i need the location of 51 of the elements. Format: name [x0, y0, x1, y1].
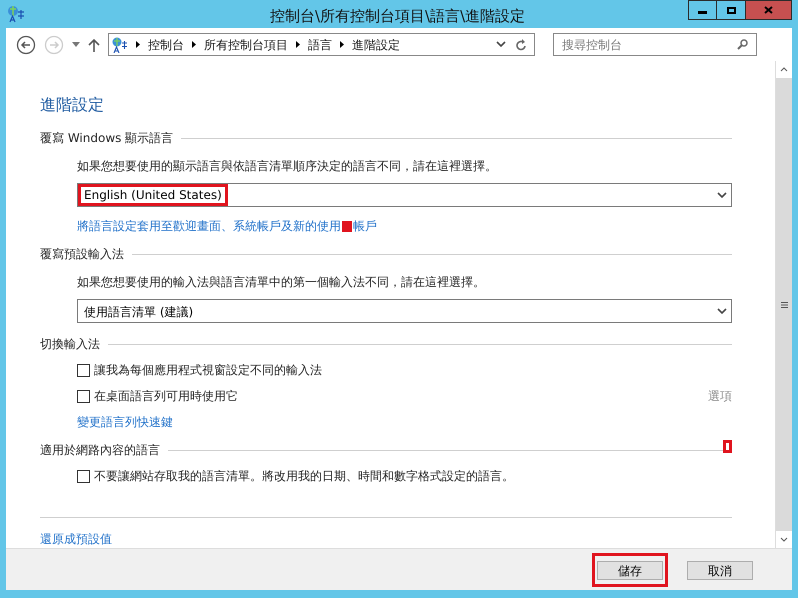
options-link[interactable]: 選項 [708, 387, 732, 405]
breadcrumb-item[interactable]: 控制台 [148, 36, 184, 54]
grip-icon [780, 302, 788, 308]
dropdown[interactable]: English (United States) [77, 183, 732, 207]
link[interactable]: 變更語言列快速鍵 [77, 413, 173, 431]
separator-arrow-icon[interactable] [340, 41, 344, 48]
dropdown-value: 使用語言清單 (建議) [84, 305, 194, 319]
minimize-button[interactable] [688, 0, 717, 20]
breadcrumb-item[interactable]: 所有控制台項目 [204, 36, 288, 54]
section-heading: 覆寫預設輸入法 [40, 246, 124, 263]
breadcrumb-item[interactable]: 進階設定 [352, 36, 400, 54]
checkbox[interactable] [77, 390, 90, 402]
checkbox-label: 在桌面語言列可用時使用它 [94, 388, 238, 405]
dropdown[interactable]: 使用語言清單 (建議) [77, 299, 732, 323]
scroll-down-icon[interactable] [780, 537, 788, 542]
checkbox[interactable] [77, 470, 90, 482]
dropdown-value: English (United States) [84, 187, 222, 204]
dialog-button[interactable]: 儲存 [597, 561, 663, 580]
window-title: 控制台\所有控制台項目\語言\進階設定 [270, 6, 526, 27]
section-heading: 適用於網路內容的語言 [40, 442, 160, 459]
checkbox-label: 不要讓網站存取我的語言清單。將改用我的日期、時間和數字格式設定的語言。 [94, 468, 514, 485]
separator-arrow-icon[interactable] [136, 41, 140, 48]
breadcrumb-item[interactable]: 語言 [308, 36, 332, 54]
description-text: 如果您想要使用的輸入法與語言清單中的第一個輸入法不同，請在這裡選擇。 [77, 274, 486, 291]
separator-arrow-icon[interactable] [296, 41, 300, 48]
chevron-down-icon [717, 192, 727, 198]
address-bar[interactable]: 控制台 所有控制台項目 語言 進階設定 [108, 33, 535, 56]
checkbox-label: 讓我為每個應用程式視窗設定不同的輸入法 [94, 362, 322, 379]
globe-language-icon [112, 36, 128, 52]
dialog-button[interactable]: 取消 [687, 561, 753, 580]
scroll-up-icon[interactable] [780, 67, 788, 72]
checkbox[interactable] [77, 364, 90, 376]
close-button[interactable] [746, 0, 792, 20]
chevron-down-icon [496, 41, 506, 48]
link[interactable]: 將語言設定套用至歡迎畫面、系統帳戶及新的使用 帳戶 [77, 217, 377, 235]
description-text: 如果您想要使用的顯示語言與依語言清單順序決定的語言不同，請在這裡選擇。 [77, 158, 498, 175]
section-heading: 切換輸入法 [40, 336, 100, 353]
refresh-icon[interactable] [516, 38, 527, 50]
search-icon [737, 39, 748, 50]
page-title: 進階設定 [40, 94, 105, 116]
restore-defaults-link[interactable]: 還原成預設值 [40, 530, 732, 548]
close-icon [764, 6, 773, 14]
scrollbar[interactable] [775, 61, 792, 548]
chevron-down-icon [717, 308, 727, 314]
globe-language-icon [7, 5, 25, 23]
search-placeholder: 搜尋控制台 [562, 36, 622, 54]
search-field[interactable]: 搜尋控制台 [553, 33, 757, 56]
separator-arrow-icon[interactable] [192, 41, 196, 48]
section-heading: 覆寫 Windows 顯示語言 [40, 130, 174, 147]
dropdown-caret-icon[interactable] [72, 42, 80, 47]
up-arrow-icon[interactable] [88, 38, 100, 52]
